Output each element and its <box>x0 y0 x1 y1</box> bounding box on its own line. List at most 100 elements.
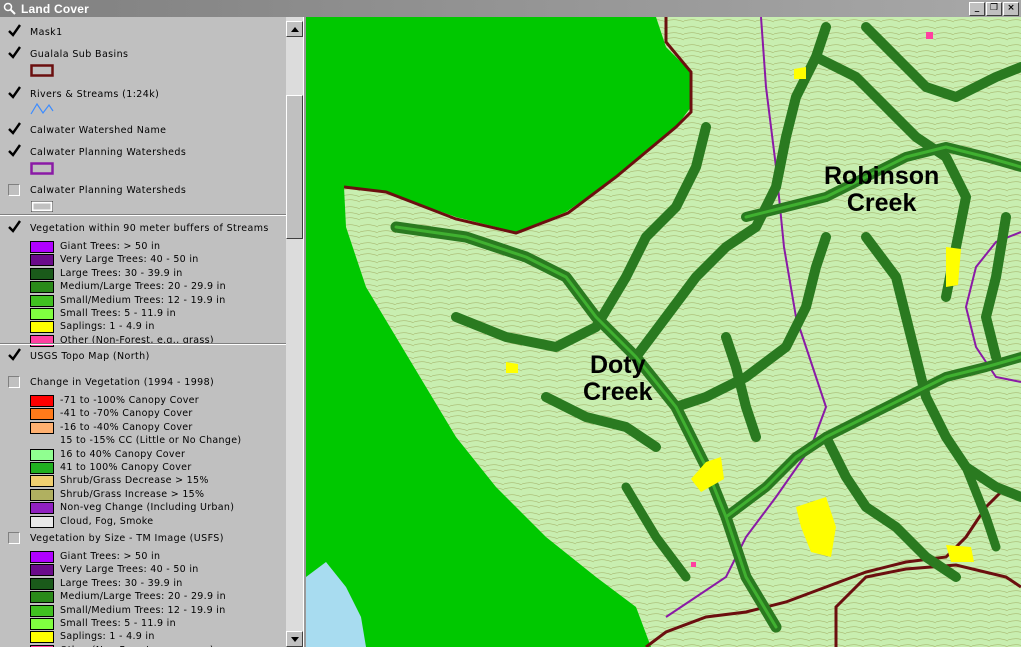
layer-divider <box>0 343 286 345</box>
legend-swatch <box>30 267 54 280</box>
legend-class: 15 to -15% CC (Little or No Change) <box>30 435 280 448</box>
legend-swatch <box>30 308 54 320</box>
layer-name[interactable]: Calwater Watershed Name <box>30 125 166 136</box>
legend-class: Giant Trees: > 50 in <box>30 551 280 564</box>
layer-visibility-checkbox[interactable] <box>8 532 20 544</box>
layer-name[interactable]: Rivers & Streams (1:24k) <box>30 89 159 100</box>
legend-class-label: 16 to 40% Canopy Cover <box>60 448 186 460</box>
legend-class-label: Small Trees: 5 - 11.9 in <box>60 618 176 629</box>
legend-class: Small/Medium Trees: 12 - 19.9 in <box>30 294 280 308</box>
layer-row[interactable]: USGS Topo Map (North) <box>0 348 286 364</box>
legend-class: Shrub/Grass Decrease > 15% <box>30 475 280 488</box>
layer-visibility-checkbox[interactable] <box>8 122 21 136</box>
close-button[interactable]: × <box>1003 1 1019 16</box>
layer-visibility-checkbox[interactable] <box>8 184 20 196</box>
app-icon <box>2 2 16 16</box>
layer-row[interactable]: Rivers & Streams (1:24k) <box>0 86 286 102</box>
layer-visibility-checkbox[interactable] <box>8 46 21 60</box>
polygon-outline-symbol <box>30 200 54 213</box>
scroll-thumb[interactable] <box>286 95 303 239</box>
legend-class: 41 to 100% Canopy Cover <box>30 462 280 475</box>
legend-class-label: Cloud, Fog, Smoke <box>60 515 154 527</box>
legend-class: Non-veg Change (Including Urban) <box>30 502 280 515</box>
legend-class-label: -16 to -40% Canopy Cover <box>60 421 193 433</box>
layer-visibility-checkbox[interactable] <box>8 144 21 158</box>
legend-class-label: Saplings: 1 - 4.9 in <box>60 631 155 643</box>
legend-swatch <box>30 591 54 604</box>
layer-row[interactable]: Gualala Sub Basins <box>0 46 286 62</box>
legend-class: Small/Medium Trees: 12 - 19.9 in <box>30 604 280 618</box>
layer-row[interactable]: Vegetation within 90 meter buffers of St… <box>0 220 286 236</box>
layer-divider <box>0 214 286 216</box>
restore-button[interactable]: ❐ <box>986 1 1002 16</box>
legend-class-label: Shrub/Grass Decrease > 15% <box>60 475 209 487</box>
legend-swatch <box>30 448 54 461</box>
legend-swatch <box>30 241 54 253</box>
legend-swatch <box>30 254 54 267</box>
legend-swatch <box>30 564 54 577</box>
layer-visibility-checkbox[interactable] <box>8 220 21 234</box>
label-doty-creek: Doty Creek <box>583 351 653 406</box>
legend-class-label: Non-veg Change (Including Urban) <box>60 502 235 514</box>
polygon-outline-symbol <box>30 64 54 77</box>
layer-name[interactable]: Vegetation by Size - TM Image (USFS) <box>30 533 224 544</box>
legend-class-label: Large Trees: 30 - 39.9 in <box>60 577 183 589</box>
legend-class: -41 to -70% Canopy Cover <box>30 408 280 421</box>
legend-class-label: 15 to -15% CC (Little or No Change) <box>60 435 242 447</box>
legend-class: Other (Non-Forest, e.g., grass) <box>30 334 280 348</box>
label-robinson-creek: Robinson Creek <box>824 162 940 217</box>
legend-swatch <box>30 604 54 617</box>
legend-swatch <box>30 294 54 307</box>
layer-row[interactable]: Change in Vegetation (1994 - 1998) <box>0 376 286 390</box>
legend-swatch <box>30 551 54 563</box>
layer-name[interactable]: Vegetation within 90 meter buffers of St… <box>30 223 269 234</box>
legend-class: -71 to -100% Canopy Cover <box>30 395 280 408</box>
legend-class-label: Shrub/Grass Increase > 15% <box>60 488 205 500</box>
toc-scrollbar[interactable] <box>286 17 303 647</box>
scroll-up-button[interactable] <box>286 21 303 37</box>
table-of-contents: Mask1 Gualala Sub Basins Rivers & Streams … <box>0 17 286 647</box>
scroll-down-button[interactable] <box>286 631 303 647</box>
layer-row[interactable]: Vegetation by Size - TM Image (USFS) <box>0 532 286 546</box>
layer-name[interactable]: Calwater Planning Watersheds <box>30 185 186 196</box>
legend-class: -16 to -40% Canopy Cover <box>30 421 280 435</box>
layer-name[interactable]: Change in Vegetation (1994 - 1998) <box>30 377 214 388</box>
layer-row[interactable]: Mask1 <box>0 24 286 40</box>
layer-visibility-checkbox[interactable] <box>8 24 21 38</box>
legend-class: Giant Trees: > 50 in <box>30 241 280 254</box>
legend-swatch <box>30 515 54 528</box>
legend-class-label: Medium/Large Trees: 20 - 29.9 in <box>60 591 226 603</box>
layer-name[interactable]: Gualala Sub Basins <box>30 49 128 60</box>
legend-class-label: Very Large Trees: 40 - 50 in <box>60 254 199 266</box>
layer-row[interactable]: Calwater Watershed Name <box>0 122 286 138</box>
layer-name[interactable]: Mask1 <box>30 27 63 38</box>
checkmark-icon <box>8 122 21 135</box>
layer-name[interactable]: Calwater Planning Watersheds <box>30 147 186 158</box>
legend-swatch <box>30 408 54 421</box>
legend-class: Large Trees: 30 - 39.9 in <box>30 267 280 281</box>
legend-swatch <box>30 395 54 407</box>
layer-name[interactable]: USGS Topo Map (North) <box>30 351 150 362</box>
layer-visibility-checkbox[interactable] <box>8 376 20 388</box>
legend-class: Very Large Trees: 40 - 50 in <box>30 564 280 577</box>
title-bar: Land Cover _ ❐ × <box>0 0 1021 17</box>
layer-visibility-checkbox[interactable] <box>8 86 21 100</box>
legend-class-label: -71 to -100% Canopy Cover <box>60 395 199 406</box>
layer-visibility-checkbox[interactable] <box>8 348 21 362</box>
map-view[interactable]: Robinson Creek Doty Creek <box>306 17 1021 647</box>
checkmark-icon <box>8 86 21 99</box>
legend-class-label: -41 to -70% Canopy Cover <box>60 408 193 420</box>
layer-row[interactable]: Calwater Planning Watersheds <box>0 184 286 198</box>
legend-class-label: Giant Trees: > 50 in <box>60 241 161 252</box>
legend-class: Large Trees: 30 - 39.9 in <box>30 577 280 591</box>
arrow-up-icon <box>290 26 299 32</box>
legend-class-label: 41 to 100% Canopy Cover <box>60 462 192 473</box>
minimize-button[interactable]: _ <box>969 1 985 16</box>
legend-class: Shrub/Grass Increase > 15% <box>30 488 280 502</box>
legend-class-label: Giant Trees: > 50 in <box>60 551 161 562</box>
legend-class: Saplings: 1 - 4.9 in <box>30 321 280 334</box>
legend-swatch <box>30 475 54 488</box>
line-symbol <box>30 102 54 115</box>
legend-class-label: Very Large Trees: 40 - 50 in <box>60 564 199 576</box>
layer-row[interactable]: Calwater Planning Watersheds <box>0 144 286 160</box>
